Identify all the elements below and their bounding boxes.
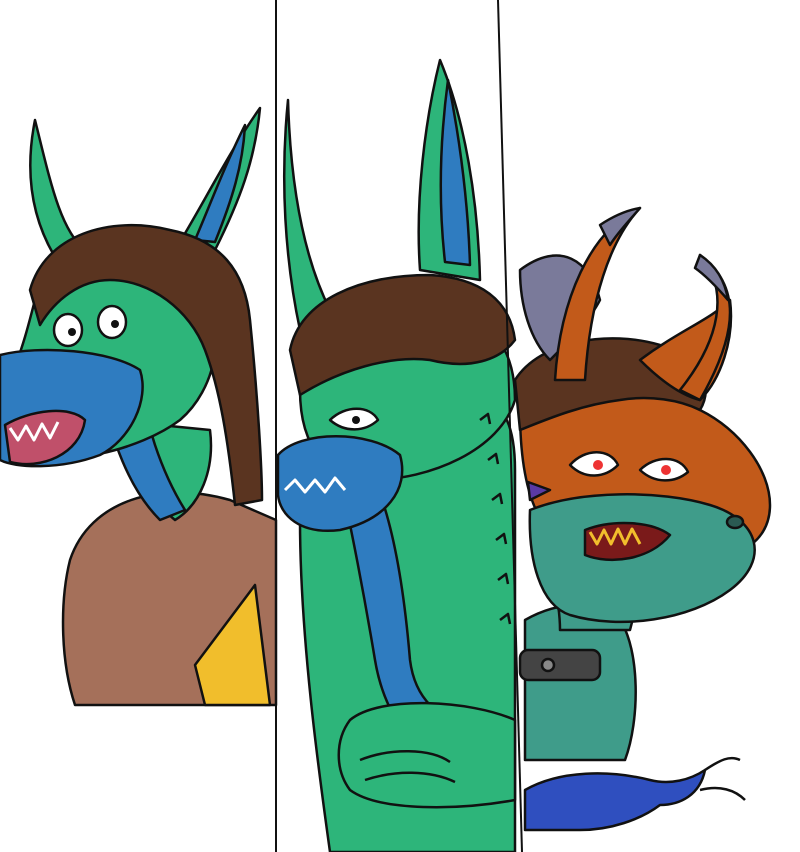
middle-dragon bbox=[276, 58, 517, 852]
right-dragon bbox=[513, 206, 772, 832]
right-dragon-horn-right-tip bbox=[693, 253, 730, 302]
illustration-svg bbox=[0, 0, 772, 852]
right-dragon-horn-left-tip bbox=[598, 206, 642, 247]
left-dragon bbox=[0, 106, 278, 707]
middle-dragon-ear-left bbox=[282, 98, 332, 332]
right-dragon-snout bbox=[528, 493, 756, 624]
right-dragon-claw-tips bbox=[699, 756, 746, 801]
right-dragon-claw bbox=[523, 768, 707, 832]
right-dragon-collar bbox=[518, 648, 602, 682]
panel-right bbox=[513, 206, 772, 832]
panel-left bbox=[0, 106, 278, 707]
middle-dragon-arms bbox=[337, 701, 517, 809]
illustration-canvas bbox=[0, 0, 800, 852]
panel-middle bbox=[276, 58, 517, 852]
left-dragon-eye-1 bbox=[52, 312, 84, 348]
